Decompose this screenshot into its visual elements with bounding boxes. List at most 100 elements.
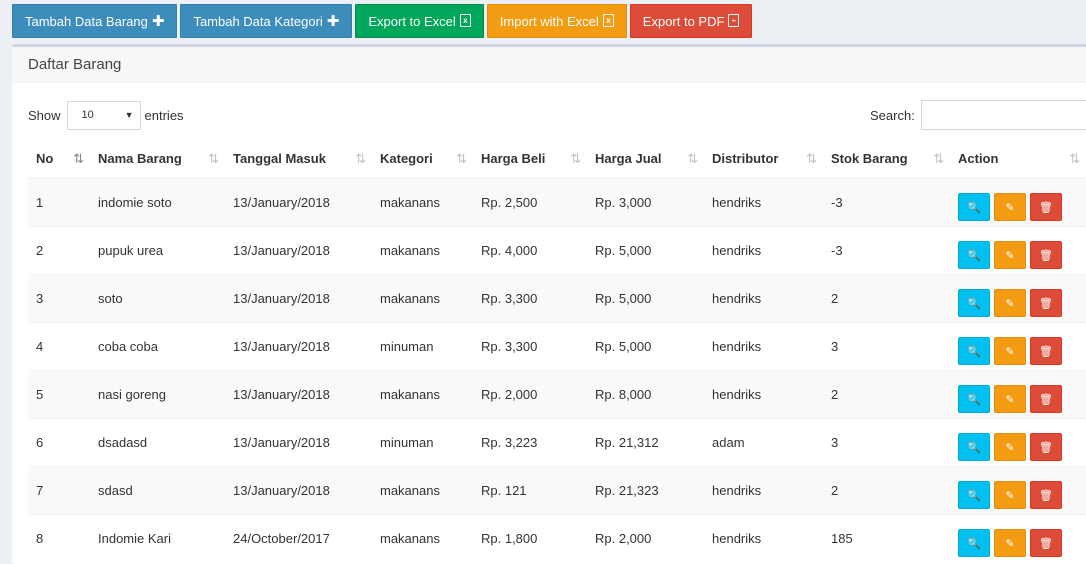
edit-button[interactable]: ✎ bbox=[994, 433, 1026, 461]
cell-nama-barang: sdasd bbox=[90, 466, 225, 515]
add-category-button[interactable]: Tambah Data Kategori ✚ bbox=[180, 4, 353, 38]
search-icon: 🔍 bbox=[967, 249, 981, 262]
delete-button[interactable]: 🗑 bbox=[1030, 433, 1062, 461]
search-label: Search: bbox=[870, 107, 915, 123]
delete-button[interactable]: 🗑 bbox=[1030, 529, 1062, 557]
cell-harga-jual: Rp. 5,000 bbox=[587, 274, 704, 323]
column-header-distributor[interactable]: Distributor ⇅ bbox=[704, 140, 823, 179]
search-icon: 🔍 bbox=[967, 201, 981, 214]
view-button[interactable]: 🔍 bbox=[958, 481, 990, 509]
view-button[interactable]: 🔍 bbox=[958, 385, 990, 413]
cell-action: 🔍 ✎ 🗑 bbox=[950, 418, 1086, 467]
table-row: 4 coba coba 13/January/2018 minuman Rp. … bbox=[28, 322, 1086, 371]
export-excel-button[interactable]: Export to Excel x bbox=[355, 4, 484, 38]
trash-icon: 🗑 bbox=[1039, 249, 1053, 262]
cell-nama-barang: dsadasd bbox=[90, 418, 225, 467]
cell-kategori: makanans bbox=[372, 274, 473, 323]
cell-action: 🔍 ✎ 🗑 bbox=[950, 370, 1086, 419]
column-header-harga-jual[interactable]: Harga Jual ⇅ bbox=[587, 140, 704, 179]
column-label: No bbox=[36, 151, 54, 166]
search-icon: 🔍 bbox=[967, 441, 981, 454]
delete-button[interactable]: 🗑 bbox=[1030, 241, 1062, 269]
column-header-tanggal-masuk[interactable]: Tanggal Masuk ⇅ bbox=[225, 140, 372, 179]
trash-icon: 🗑 bbox=[1039, 489, 1053, 502]
edit-icon: ✎ bbox=[1005, 393, 1015, 406]
cell-stok-barang: 2 bbox=[823, 370, 950, 419]
cell-kategori: makanans bbox=[372, 466, 473, 515]
cell-nama-barang: coba coba bbox=[90, 322, 225, 371]
search-input[interactable] bbox=[920, 100, 1086, 130]
column-header-stok-barang[interactable]: Stok Barang ⇅ bbox=[823, 140, 950, 179]
column-header-harga-beli[interactable]: Harga Beli ⇅ bbox=[473, 140, 587, 179]
column-label: Nama Barang bbox=[98, 151, 182, 166]
delete-button[interactable]: 🗑 bbox=[1030, 193, 1062, 221]
delete-button[interactable]: 🗑 bbox=[1030, 385, 1062, 413]
cell-no: 2 bbox=[28, 226, 90, 275]
view-button[interactable]: 🔍 bbox=[958, 193, 990, 221]
table-header-row: No ⇅ Nama Barang ⇅ Tanggal Masuk ⇅ Kategori… bbox=[28, 140, 1086, 179]
edit-button[interactable]: ✎ bbox=[994, 481, 1026, 509]
export-pdf-button[interactable]: Export to PDF ⌁ bbox=[629, 4, 753, 38]
cell-distributor: hendriks bbox=[704, 177, 823, 227]
column-label: Kategori bbox=[380, 151, 433, 166]
edit-icon: ✎ bbox=[1005, 441, 1015, 454]
cell-harga-beli: Rp. 3,223 bbox=[473, 418, 587, 467]
add-item-button[interactable]: Tambah Data Barang ✚ bbox=[12, 4, 178, 38]
cell-nama-barang: soto bbox=[90, 274, 225, 323]
cell-action: 🔍 ✎ 🗑 bbox=[950, 226, 1086, 275]
view-button[interactable]: 🔍 bbox=[958, 529, 990, 557]
cell-stok-barang: -3 bbox=[823, 226, 950, 275]
column-header-kategori[interactable]: Kategori ⇅ bbox=[372, 140, 473, 179]
delete-button[interactable]: 🗑 bbox=[1030, 289, 1062, 317]
cell-harga-jual: Rp. 8,000 bbox=[587, 370, 704, 419]
entries-select-value: 10 bbox=[81, 109, 94, 121]
delete-button[interactable]: 🗑 bbox=[1030, 337, 1062, 365]
view-button[interactable]: 🔍 bbox=[958, 241, 990, 269]
cell-kategori: minuman bbox=[372, 322, 473, 371]
cell-no: 1 bbox=[28, 177, 90, 227]
search-icon: 🔍 bbox=[967, 393, 981, 406]
import-excel-button[interactable]: Import with Excel x bbox=[486, 4, 627, 38]
cell-stok-barang: 2 bbox=[823, 274, 950, 323]
cell-tanggal-masuk: 13/January/2018 bbox=[225, 226, 372, 275]
import-excel-label: Import with Excel bbox=[499, 13, 599, 29]
sort-icon: ⇅ bbox=[806, 151, 817, 166]
column-header-action[interactable]: Action ⇅ bbox=[950, 140, 1086, 179]
table-controls: Show 10 ▼ entries Search: bbox=[28, 100, 1086, 130]
view-button[interactable]: 🔍 bbox=[958, 433, 990, 461]
cell-no: 6 bbox=[28, 418, 90, 467]
column-label: Tanggal Masuk bbox=[233, 151, 326, 166]
entries-length-control: Show 10 ▼ entries bbox=[28, 100, 184, 130]
edit-icon: ✎ bbox=[1005, 249, 1015, 262]
show-label: Show bbox=[28, 107, 61, 123]
column-header-nama-barang[interactable]: Nama Barang ⇅ bbox=[90, 140, 225, 179]
column-label: Distributor bbox=[712, 151, 779, 166]
search-icon: 🔍 bbox=[967, 345, 981, 358]
edit-icon: ✎ bbox=[1005, 489, 1015, 502]
cell-action: 🔍 ✎ 🗑 bbox=[950, 274, 1086, 323]
edit-icon: ✎ bbox=[1005, 201, 1015, 214]
column-header-no[interactable]: No ⇅ bbox=[28, 140, 90, 179]
edit-button[interactable]: ✎ bbox=[994, 337, 1026, 365]
trash-icon: 🗑 bbox=[1039, 345, 1053, 358]
table-body: 1 indomie soto 13/January/2018 makanans … bbox=[28, 177, 1086, 562]
edit-button[interactable]: ✎ bbox=[994, 241, 1026, 269]
delete-button[interactable]: 🗑 bbox=[1030, 481, 1062, 509]
edit-button[interactable]: ✎ bbox=[994, 289, 1026, 317]
cell-action: 🔍 ✎ 🗑 bbox=[950, 466, 1086, 515]
edit-button[interactable]: ✎ bbox=[994, 193, 1026, 221]
cell-harga-jual: Rp. 21,323 bbox=[587, 466, 704, 515]
trash-icon: 🗑 bbox=[1039, 537, 1053, 550]
edit-icon: ✎ bbox=[1005, 537, 1015, 550]
edit-button[interactable]: ✎ bbox=[994, 529, 1026, 557]
view-button[interactable]: 🔍 bbox=[958, 289, 990, 317]
cell-harga-beli: Rp. 121 bbox=[473, 466, 587, 515]
sort-icon: ⇅ bbox=[456, 151, 467, 166]
table-row: 7 sdasd 13/January/2018 makanans Rp. 121… bbox=[28, 466, 1086, 515]
edit-button[interactable]: ✎ bbox=[994, 385, 1026, 413]
cell-nama-barang: pupuk urea bbox=[90, 226, 225, 275]
view-button[interactable]: 🔍 bbox=[958, 337, 990, 365]
trash-icon: 🗑 bbox=[1039, 297, 1053, 310]
entries-select[interactable]: 10 ▼ bbox=[66, 100, 141, 130]
cell-harga-beli: Rp. 2,000 bbox=[473, 370, 587, 419]
